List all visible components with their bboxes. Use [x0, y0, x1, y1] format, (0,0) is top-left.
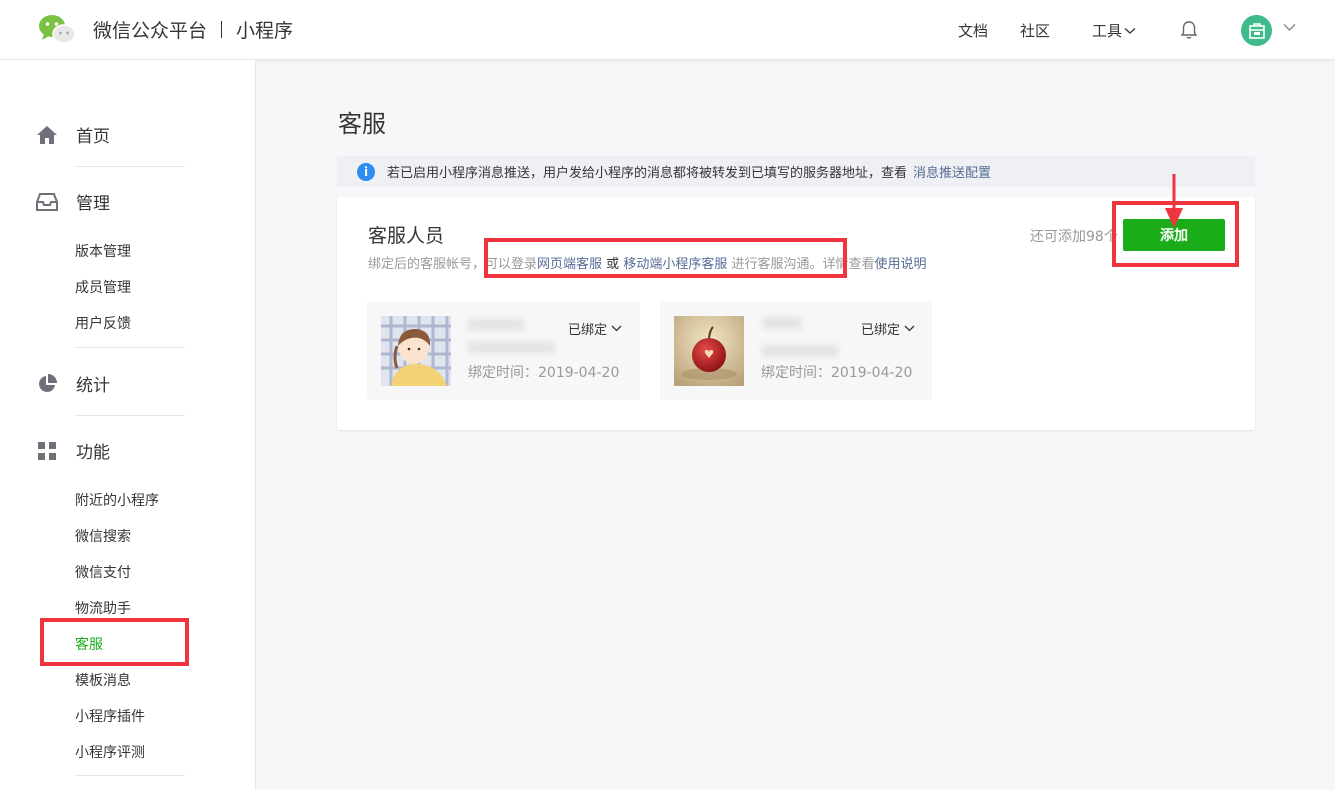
bind-status-dropdown[interactable]: 已绑定: [861, 319, 915, 338]
sidebar-section-features[interactable]: 功能: [36, 438, 110, 463]
sidebar-item-members[interactable]: 成员管理: [75, 277, 131, 297]
sidebar-item-search[interactable]: 微信搜索: [75, 526, 131, 546]
brand-title: 微信公众平台 小程序: [93, 16, 293, 43]
sidebar-divider: [75, 347, 185, 348]
bind-status-label: 已绑定: [568, 323, 608, 338]
nav-docs-link[interactable]: 文档: [958, 20, 988, 41]
sidebar-item-nearby[interactable]: 附近的小程序: [75, 490, 159, 510]
sidebar-item-evaluation[interactable]: 小程序评测: [75, 742, 145, 762]
bind-time: 绑定时间：2019-04-20: [468, 365, 620, 381]
avatar[interactable]: [1241, 15, 1272, 46]
top-header: 微信公众平台 小程序 文档 社区 工具: [0, 0, 1335, 60]
sidebar-divider: [75, 775, 185, 776]
blurred-name: [467, 319, 525, 330]
sidebar: 首页 管理 版本管理 成员管理 用户反馈 统计 功能 附近的小程序 微信搜索 微…: [0, 60, 256, 790]
notice-bar: i 若已启用小程序消息推送，用户发给小程序的消息都将被转发到已填写的服务器地址，…: [337, 156, 1255, 187]
agent-card: 已绑定 绑定时间：2019-04-20: [367, 302, 640, 400]
help-link[interactable]: 使用说明: [875, 257, 927, 272]
bell-icon[interactable]: [1178, 19, 1200, 41]
card-title: 客服人员: [368, 225, 445, 247]
blurred-name: [762, 317, 802, 329]
chevron-down-icon: [1124, 27, 1136, 34]
bind-status-dropdown[interactable]: 已绑定: [568, 319, 622, 338]
nav-tools-label: 工具: [1092, 22, 1123, 40]
nav-tools-menu[interactable]: 工具: [1092, 20, 1136, 41]
nav-community-link[interactable]: 社区: [1020, 20, 1050, 41]
sidebar-features-label: 功能: [76, 443, 110, 463]
sidebar-divider: [75, 166, 185, 167]
agent-card: 已绑定 绑定时间：2019-04-20: [660, 302, 932, 400]
grid-icon: [36, 440, 58, 462]
product-name: 小程序: [236, 20, 294, 42]
home-icon: [36, 124, 58, 146]
sidebar-item-home[interactable]: 首页: [36, 122, 110, 147]
sidebar-item-plugins[interactable]: 小程序插件: [75, 706, 145, 726]
bind-time: 绑定时间：2019-04-20: [761, 365, 913, 381]
sidebar-item-logistics[interactable]: 物流助手: [75, 598, 131, 618]
page-title: 客服: [338, 110, 386, 138]
sidebar-item-version[interactable]: 版本管理: [75, 241, 131, 261]
wechat-logo[interactable]: [38, 14, 76, 46]
chevron-down-icon: [611, 325, 622, 332]
inbox-icon: [36, 191, 58, 213]
chevron-down-icon: [904, 325, 915, 332]
info-icon: i: [357, 162, 375, 181]
account-chevron-down-icon[interactable]: [1283, 23, 1296, 32]
pie-chart-icon: [36, 373, 58, 395]
annotation-box-sidebar: [40, 618, 189, 666]
agent-avatar: [674, 316, 744, 386]
brand-name: 微信公众平台: [93, 20, 208, 42]
sidebar-divider: [75, 415, 185, 416]
notice-text: 若已启用小程序消息推送，用户发给小程序的消息都将被转发到已填写的服务器地址，查看: [387, 166, 908, 181]
sidebar-section-manage[interactable]: 管理: [36, 189, 110, 214]
sidebar-manage-label: 管理: [76, 194, 110, 214]
blurred-account: [762, 345, 838, 357]
push-config-link[interactable]: 消息推送配置: [913, 162, 991, 181]
sidebar-item-template-msg[interactable]: 模板消息: [75, 670, 131, 690]
blurred-account: [467, 342, 555, 353]
sidebar-item-pay[interactable]: 微信支付: [75, 562, 131, 582]
sidebar-item-stats[interactable]: 统计: [36, 371, 110, 396]
annotation-arrow-icon: [1165, 174, 1183, 228]
sidebar-item-feedback[interactable]: 用户反馈: [75, 313, 131, 333]
agent-avatar: [381, 316, 451, 386]
sidebar-home-label: 首页: [76, 127, 110, 147]
annotation-box-links: [484, 238, 847, 278]
remaining-count: 还可添加98个: [1030, 229, 1118, 245]
brand-separator: [221, 21, 223, 38]
sidebar-stats-label: 统计: [76, 376, 110, 396]
bind-status-label: 已绑定: [861, 323, 901, 338]
mini-program-icon: [1248, 22, 1265, 39]
